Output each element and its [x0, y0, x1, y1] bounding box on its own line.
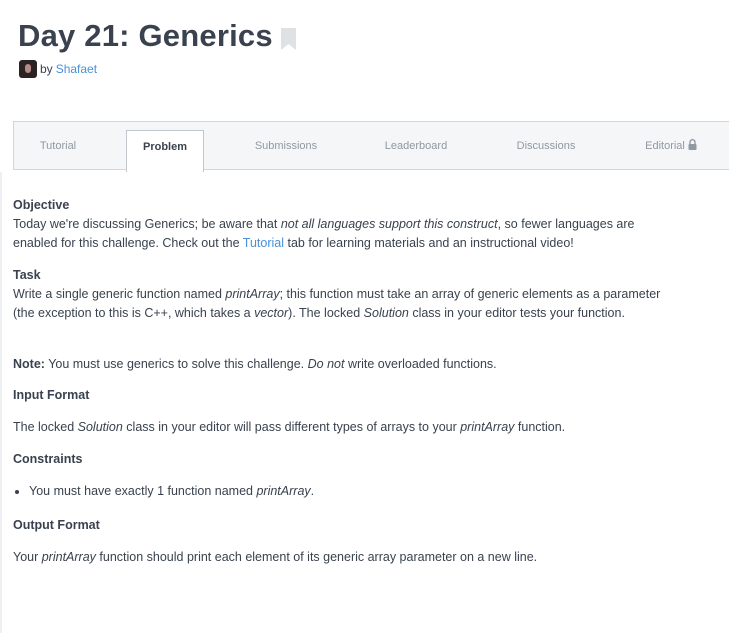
note-text: Note: You must use generics to solve thi… [13, 357, 497, 371]
tab-editorial[interactable]: Editorial [626, 122, 716, 170]
constraints-heading: Constraints [13, 452, 83, 466]
output-format-body: Your printArray function should print ea… [13, 548, 663, 567]
author-line: by Shafaet [19, 60, 296, 78]
challenge-header: Day 21: Generics by Shafaet [18, 18, 296, 78]
input-format-heading: Input Format [13, 388, 90, 402]
input-format-section: Input Format [13, 386, 663, 405]
tab-tutorial[interactable]: Tutorial [14, 122, 102, 170]
tab-problem[interactable]: Problem [126, 130, 204, 172]
constraints-body: You must have exactly 1 function named p… [13, 482, 663, 501]
task-text: Write a single generic function named pr… [13, 287, 661, 320]
bookmark-icon[interactable] [280, 28, 296, 50]
by-label: by [40, 62, 53, 76]
input-format-body: The locked Solution class in your editor… [13, 418, 663, 437]
tab-leaderboard[interactable]: Leaderboard [366, 122, 466, 170]
avatar[interactable] [19, 60, 37, 78]
tab-submissions[interactable]: Submissions [234, 122, 338, 170]
list-item: You must have exactly 1 function named p… [29, 482, 663, 501]
page-title: Day 21: Generics [18, 18, 273, 53]
objective-text: Today we're discussing Generics; be awar… [13, 217, 635, 250]
output-format-text: Your printArray function should print ea… [13, 550, 538, 564]
output-format-section: Output Format [13, 516, 663, 535]
input-format-text: The locked Solution class in your editor… [13, 420, 566, 434]
task-heading: Task [13, 268, 41, 282]
lock-icon [688, 123, 697, 171]
tab-editorial-label: Editorial [645, 140, 685, 152]
note-section: Note: You must use generics to solve thi… [13, 355, 663, 374]
page-left-border [0, 172, 2, 633]
tutorial-link[interactable]: Tutorial [243, 236, 284, 250]
objective-section: Objective Today we're discussing Generic… [13, 196, 663, 253]
author-link[interactable]: Shafaet [56, 62, 97, 76]
tab-discussions[interactable]: Discussions [498, 122, 594, 170]
constraints-section: Constraints [13, 450, 663, 469]
challenge-tabs: Tutorial Problem Submissions Leaderboard… [13, 121, 729, 172]
output-format-heading: Output Format [13, 518, 100, 532]
objective-heading: Objective [13, 198, 70, 212]
task-section: Task Write a single generic function nam… [13, 266, 663, 323]
